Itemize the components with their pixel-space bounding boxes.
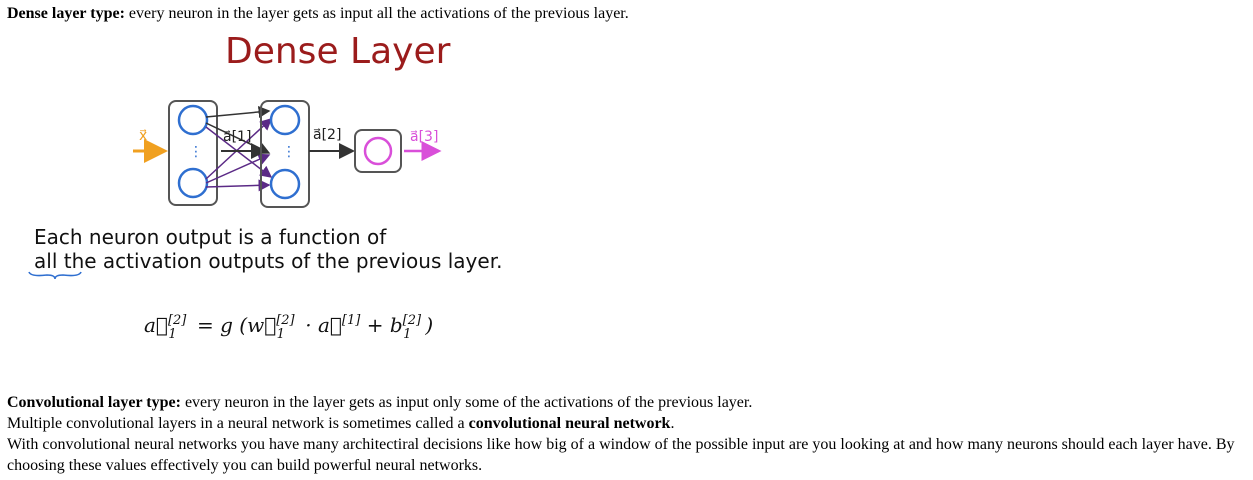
x-label: x⃗ bbox=[139, 128, 147, 144]
multi-end: . bbox=[670, 415, 675, 432]
layer1-neuron-1 bbox=[177, 104, 209, 136]
intro-term: Dense layer type: bbox=[7, 5, 125, 22]
multi-paragraph: Multiple convolutional layers in a neura… bbox=[7, 413, 1247, 434]
caption-emphasis-all: all bbox=[34, 249, 58, 273]
layer1-neuron-2 bbox=[177, 167, 209, 199]
layer2-neuron-2 bbox=[269, 168, 301, 200]
layer2-neuron-1 bbox=[269, 104, 301, 136]
a2-label: a⃗[2] bbox=[313, 127, 341, 143]
convolutional-section: Convolutional layer type: every neuron i… bbox=[7, 392, 1247, 476]
intro-text: every neuron in the layer gets as input … bbox=[124, 5, 629, 22]
conv-text: every neuron in the layer gets as input … bbox=[180, 394, 753, 411]
all-underbrace bbox=[28, 271, 82, 280]
caption-line-2: all the activation outputs of the previo… bbox=[34, 249, 502, 273]
multi-text: Multiple convolutional layers in a neura… bbox=[7, 415, 469, 432]
dense-layer-diagram: x⃗ ⋮ a⃗[1] ⋮ a⃗[2] a⃗[3] a⃗[2] 1 = g (w⃗… bbox=[28, 100, 442, 342]
decisions-paragraph: With convolutional neural networks you h… bbox=[7, 436, 1235, 474]
conv-term: Convolutional layer type: bbox=[7, 394, 181, 411]
formula: a⃗[2] 1 = g (w⃗[2] 1 · a⃗[1] + b[2] 1) bbox=[144, 313, 433, 342]
layer2-dots: ⋮ bbox=[282, 144, 296, 160]
caption-line-2-rest: the activation outputs of the previous l… bbox=[57, 249, 503, 273]
layer1-dots: ⋮ bbox=[189, 144, 203, 160]
multi-bold: convolutional neural network bbox=[468, 415, 671, 432]
conv-paragraph: Convolutional layer type: every neuron i… bbox=[7, 392, 1247, 413]
dense-layer-slide: Dense Layer x⃗ ⋮ a⃗[1] ⋮ a⃗[2] a⃗[3] a⃗[… bbox=[7, 27, 572, 375]
caption-line-1: Each neuron output is a function of bbox=[34, 225, 387, 249]
a3-label: a⃗[3] bbox=[410, 129, 438, 145]
a1-label: a⃗[1] bbox=[223, 129, 251, 145]
intro-paragraph: Dense layer type: every neuron in the la… bbox=[7, 4, 629, 24]
layer3-neuron bbox=[363, 136, 393, 166]
